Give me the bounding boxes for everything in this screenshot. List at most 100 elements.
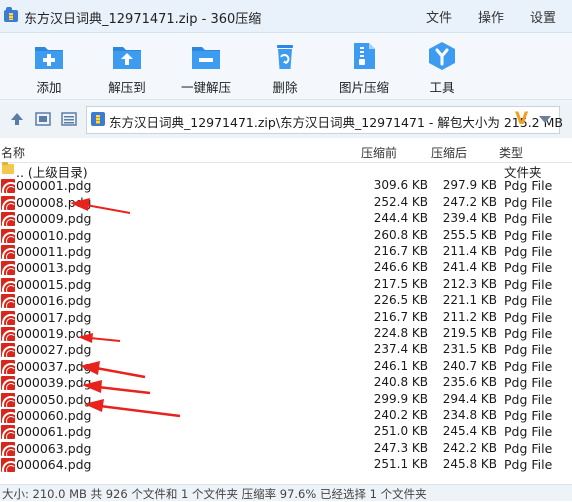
list-view-icon[interactable]: [61, 111, 77, 127]
file-name: 000037.pdg: [16, 358, 92, 374]
file-row[interactable]: 000027.pdg 237.4 KB 231.5 KB Pdg File: [0, 342, 572, 358]
path-text: 东方汉日词典_12971471.zip\东方汉日词典_12971471 - 解包…: [109, 115, 563, 130]
file-row[interactable]: 000037.pdg 246.1 KB 240.7 KB Pdg File: [0, 359, 572, 375]
file-row[interactable]: 000017.pdg 216.7 KB 211.2 KB Pdg File: [0, 310, 572, 326]
file-size-before: 240.8 KB: [373, 375, 428, 390]
file-size-before: 216.7 KB: [373, 309, 428, 324]
file-type: Pdg File: [504, 440, 553, 456]
path-dropdown-icon[interactable]: [539, 116, 551, 123]
file-type: Pdg File: [504, 326, 553, 341]
column-before[interactable]: 压缩前: [361, 144, 397, 161]
file-type: Pdg File: [504, 391, 553, 407]
file-name: 000039.pdg: [16, 375, 92, 391]
file-size-before: 240.2 KB: [373, 408, 428, 422]
pdg-file-icon: [1, 359, 15, 374]
menu-settings[interactable]: 设置: [530, 7, 556, 26]
window-title: 东方汉日词典_12971471.zip - 360压缩: [24, 12, 262, 27]
file-row[interactable]: 000050.pdg 299.9 KB 294.4 KB Pdg File: [0, 392, 572, 408]
file-size-after: 219.5 KB: [442, 326, 497, 340]
file-size-before: 299.9 KB: [373, 391, 428, 406]
image-compress-label: 图片压缩: [338, 80, 389, 95]
file-row[interactable]: 000016.pdg 226.5 KB 221.1 KB Pdg File: [0, 293, 572, 309]
file-size-after: 239.4 KB: [442, 211, 497, 226]
delete-icon: [277, 45, 293, 69]
file-name: 000016.pdg: [16, 293, 92, 309]
file-size-after: 255.5 KB: [442, 227, 497, 242]
parent-dir-row[interactable]: .. (上级目录) 文件夹: [0, 162, 572, 180]
pdg-file-icon: [1, 310, 15, 325]
file-type: Pdg File: [504, 194, 553, 210]
up-arrow-icon[interactable]: [9, 111, 25, 127]
pdg-file-icon: [1, 392, 15, 407]
menu-operation[interactable]: 操作: [478, 7, 504, 26]
file-row[interactable]: 000011.pdg 216.7 KB 211.4 KB Pdg File: [0, 244, 572, 260]
file-name: 000010.pdg: [16, 227, 92, 243]
extract-to-button[interactable]: 解压到: [87, 37, 167, 95]
column-after[interactable]: 压缩后: [431, 144, 467, 161]
file-size-after: 297.9 KB: [442, 178, 497, 193]
pdg-file-icon: [1, 458, 15, 473]
file-type: Pdg File: [504, 457, 553, 473]
file-type: Pdg File: [504, 309, 553, 325]
one-click-extract-button[interactable]: 一键解压: [166, 37, 246, 95]
delete-button[interactable]: 删除: [245, 37, 325, 95]
file-size-before: 260.8 KB: [373, 227, 428, 242]
file-name: 000013.pdg: [16, 260, 92, 276]
file-row[interactable]: 000015.pdg 217.5 KB 212.3 KB Pdg File: [0, 277, 572, 293]
toolbar: 添加 解压到 一键解压 删除 图片压缩 工具: [0, 33, 572, 100]
file-size-before: 252.4 KB: [373, 194, 428, 209]
column-name[interactable]: 名称: [1, 144, 25, 161]
pdg-file-icon: [1, 441, 15, 456]
file-size-before: 224.8 KB: [373, 326, 428, 340]
pdg-file-icon: [1, 212, 15, 227]
file-type: Pdg File: [504, 244, 553, 259]
file-size-before: 246.1 KB: [373, 358, 428, 373]
status-bar: 大小: 210.0 MB 共 926 个文件和 1 个文件夹 压缩率 97.6%…: [0, 484, 572, 501]
file-row[interactable]: 000001.pdg 309.6 KB 297.9 KB Pdg File: [0, 178, 572, 194]
file-type: Pdg File: [504, 375, 553, 391]
file-list: .. (上级目录) 文件夹 000001.pdg 309.6 KB 297.9 KB…: [0, 162, 572, 485]
pdg-file-icon: [1, 376, 15, 391]
file-type: Pdg File: [504, 178, 553, 194]
file-name: 000027.pdg: [16, 342, 92, 358]
delete-label: 删除: [272, 80, 298, 95]
path-field[interactable]: 东方汉日词典_12971471.zip\东方汉日词典_12971471 - 解包…: [86, 106, 563, 134]
add-button[interactable]: 添加: [9, 37, 89, 95]
tools-button[interactable]: 工具: [402, 37, 482, 95]
one-click-extract-icon: [192, 47, 220, 69]
file-size-before: 217.5 KB: [373, 276, 428, 291]
thumbnail-view-icon[interactable]: [35, 111, 51, 127]
file-row[interactable]: 000010.pdg 260.8 KB 255.5 KB Pdg File: [0, 228, 572, 244]
file-row[interactable]: 000013.pdg 246.6 KB 241.4 KB Pdg File: [0, 260, 572, 276]
title-bar: 东方汉日词典_12971471.zip - 360压缩 文件 操作 设置: [0, 0, 572, 33]
file-name: 000060.pdg: [16, 408, 92, 423]
file-row[interactable]: 000061.pdg 251.0 KB 245.4 KB Pdg File: [0, 424, 572, 440]
file-row[interactable]: 000064.pdg 251.1 KB 245.8 KB Pdg File: [0, 457, 572, 473]
file-size-before: 251.1 KB: [373, 457, 428, 472]
file-row[interactable]: 000060.pdg 240.2 KB 234.8 KB Pdg File: [0, 408, 572, 424]
file-row[interactable]: 000063.pdg 247.3 KB 242.2 KB Pdg File: [0, 441, 572, 457]
file-size-before: 216.7 KB: [373, 244, 428, 258]
image-compress-button[interactable]: 图片压缩: [324, 37, 404, 95]
tools-label: 工具: [429, 80, 455, 95]
file-row[interactable]: 000009.pdg 244.4 KB 239.4 KB Pdg File: [0, 211, 572, 227]
file-size-before: 244.4 KB: [373, 211, 428, 226]
add-icon: [35, 47, 63, 69]
file-size-after: 231.5 KB: [442, 342, 497, 357]
file-size-after: 240.7 KB: [442, 358, 497, 373]
v-logo-icon[interactable]: V: [515, 109, 528, 129]
file-size-before: 309.6 KB: [373, 178, 428, 193]
tools-icon: [429, 42, 455, 70]
file-name: 000063.pdg: [16, 440, 92, 456]
file-name: 000009.pdg: [16, 211, 92, 227]
pdg-file-icon: [1, 277, 15, 292]
file-row[interactable]: 000019.pdg 224.8 KB 219.5 KB Pdg File: [0, 326, 572, 342]
column-type[interactable]: 类型: [499, 144, 523, 161]
file-row[interactable]: 000039.pdg 240.8 KB 235.6 KB Pdg File: [0, 375, 572, 391]
menu-file[interactable]: 文件: [426, 7, 452, 26]
file-name: 000011.pdg: [16, 244, 92, 259]
file-name: 000008.pdg: [16, 194, 92, 210]
file-size-after: 247.2 KB: [442, 194, 497, 209]
file-row[interactable]: 000008.pdg 252.4 KB 247.2 KB Pdg File: [0, 195, 572, 211]
extract-to-label: 解压到: [108, 80, 146, 95]
